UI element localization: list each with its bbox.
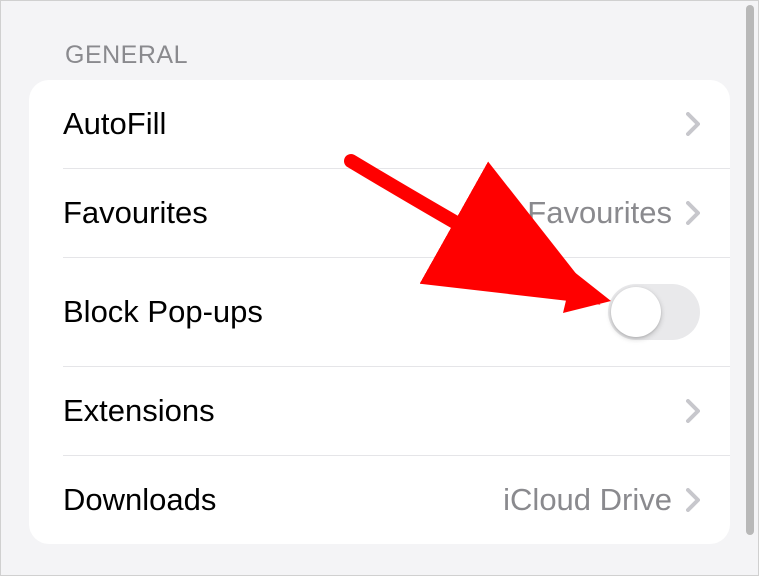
chevron-right-icon <box>686 112 700 136</box>
row-right <box>686 112 700 136</box>
row-label-downloads: Downloads <box>63 482 216 518</box>
row-label-autofill: AutoFill <box>63 106 166 142</box>
chevron-right-icon <box>686 488 700 512</box>
scrollbar[interactable] <box>746 5 754 535</box>
settings-row-downloads[interactable]: Downloads iCloud Drive <box>29 456 730 544</box>
row-label-block-popups: Block Pop-ups <box>63 294 263 330</box>
row-right: iCloud Drive <box>503 482 700 518</box>
row-right <box>686 399 700 423</box>
row-right: Favourites <box>527 195 700 231</box>
row-right <box>608 284 700 340</box>
settings-group-general: AutoFill Favourites Favourites Block Pop… <box>29 80 730 544</box>
row-value-downloads: iCloud Drive <box>503 482 672 518</box>
settings-row-autofill[interactable]: AutoFill <box>29 80 730 168</box>
toggle-block-popups[interactable] <box>608 284 700 340</box>
row-label-favourites: Favourites <box>63 195 208 231</box>
settings-row-extensions[interactable]: Extensions <box>29 367 730 455</box>
settings-row-favourites[interactable]: Favourites Favourites <box>29 169 730 257</box>
section-header-general: GENERAL <box>1 1 758 80</box>
toggle-knob <box>611 287 661 337</box>
settings-row-block-popups[interactable]: Block Pop-ups <box>29 258 730 366</box>
row-value-favourites: Favourites <box>527 195 672 231</box>
chevron-right-icon <box>686 399 700 423</box>
chevron-right-icon <box>686 201 700 225</box>
row-label-extensions: Extensions <box>63 393 215 429</box>
